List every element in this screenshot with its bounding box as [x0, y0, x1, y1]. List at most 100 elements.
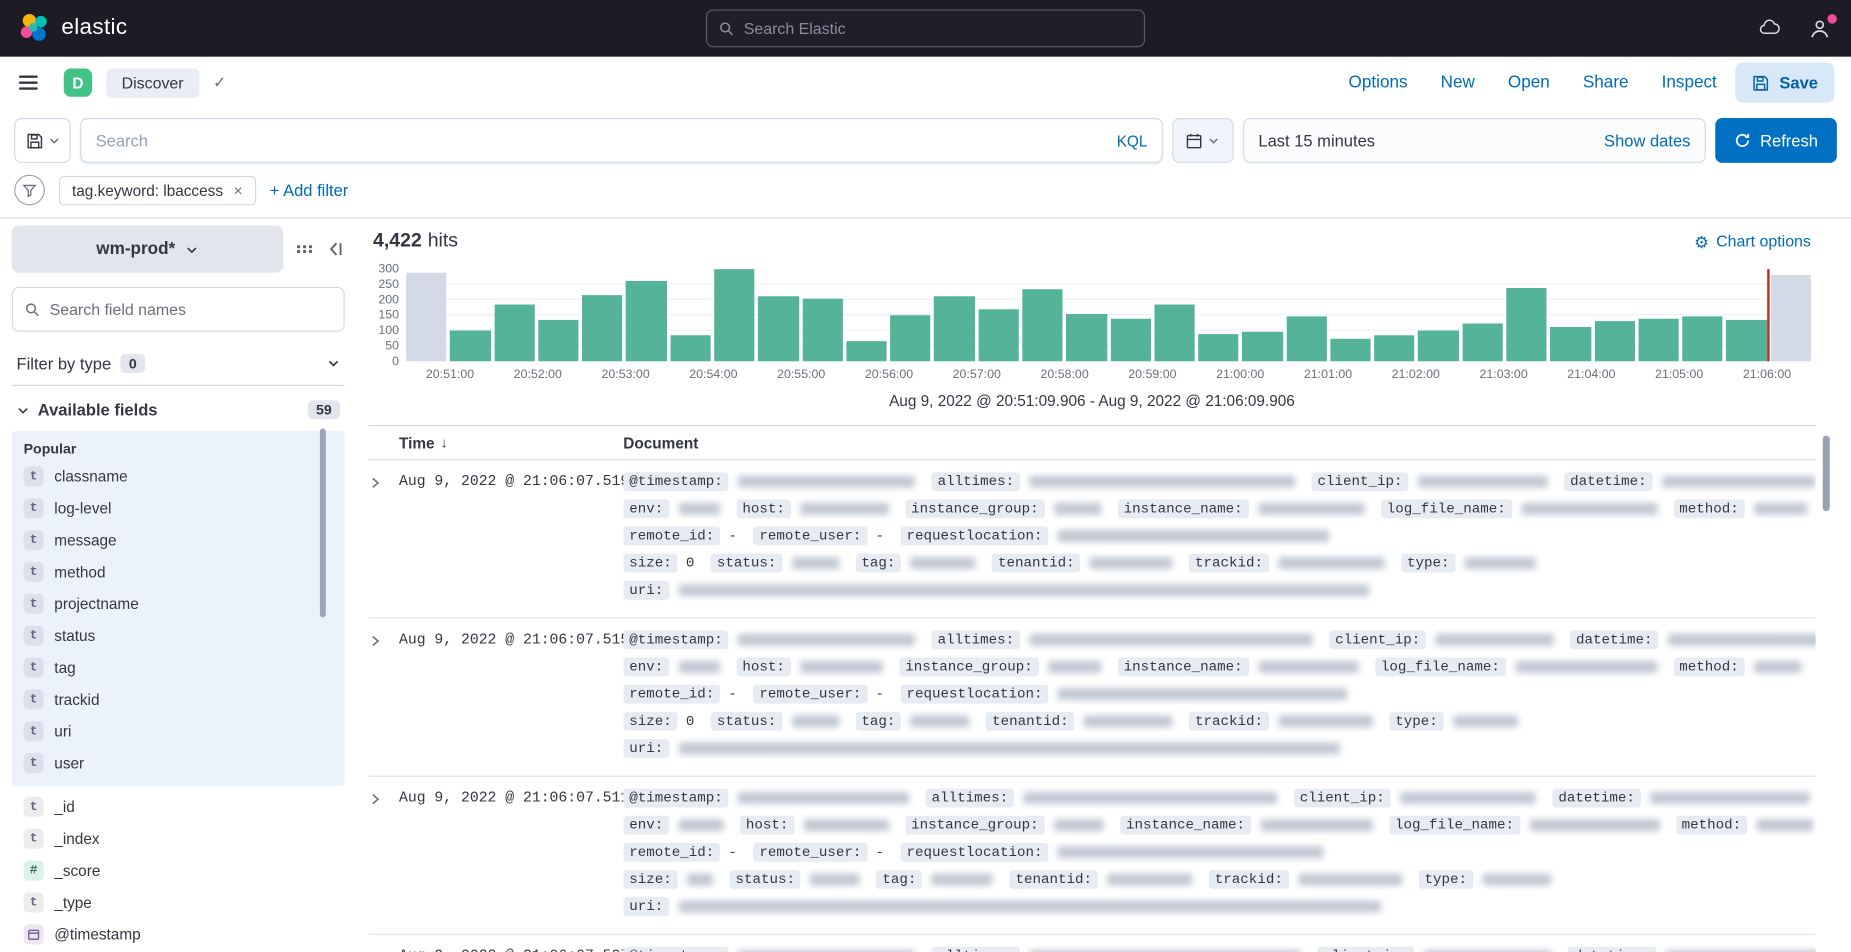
histogram-bar[interactable]	[538, 320, 578, 361]
field-name: _score	[54, 862, 100, 880]
sort-desc-icon[interactable]: ↓	[440, 434, 447, 451]
expand-row-button[interactable]	[368, 629, 399, 765]
histogram-bar[interactable]	[846, 341, 886, 361]
breadcrumb[interactable]: Discover	[106, 68, 199, 98]
filter-menu-icon[interactable]	[14, 175, 45, 206]
histogram-bar[interactable]	[626, 281, 666, 361]
field-item-_id[interactable]: t_id	[12, 791, 345, 823]
histogram-bar[interactable]	[1374, 335, 1414, 361]
brand[interactable]: elastic	[19, 13, 128, 44]
histogram-bar[interactable]	[890, 315, 930, 361]
field-item-projectname[interactable]: tprojectname	[12, 588, 345, 620]
field-search-input[interactable]	[50, 300, 332, 318]
histogram-bar[interactable]	[1022, 289, 1062, 361]
nav-action-inspect[interactable]: Inspect	[1662, 73, 1717, 92]
histogram-bar[interactable]	[1242, 332, 1282, 361]
saved-query-menu-button[interactable]	[14, 118, 71, 163]
filter-by-type[interactable]: Filter by type 0	[12, 341, 345, 386]
index-pattern-picker[interactable]: wm-prod*	[12, 225, 284, 272]
histogram-bar[interactable]	[1110, 318, 1150, 361]
field-item-status[interactable]: tstatus	[12, 620, 345, 652]
histogram-bar[interactable]	[1726, 320, 1766, 361]
expand-row-button[interactable]	[368, 787, 399, 923]
histogram-bar[interactable]	[1638, 318, 1678, 361]
add-filter-button[interactable]: + Add filter	[270, 181, 349, 200]
nav-action-share[interactable]: Share	[1583, 73, 1629, 92]
histogram-bar[interactable]	[406, 272, 446, 361]
histogram-bar[interactable]	[670, 335, 710, 361]
document-field: requestlocation:	[901, 685, 1347, 704]
time-range-value[interactable]: Last 15 minutes	[1258, 131, 1375, 150]
menu-icon[interactable]	[17, 71, 41, 95]
histogram-bar[interactable]	[1330, 338, 1370, 361]
histogram-bar[interactable]	[450, 331, 490, 362]
field-item-trackid[interactable]: ttrackid	[12, 684, 345, 716]
nav-action-open[interactable]: Open	[1508, 73, 1550, 92]
field-settings-icon[interactable]	[295, 240, 314, 259]
histogram-bar[interactable]	[582, 295, 622, 361]
expand-row-button[interactable]	[368, 471, 399, 607]
redacted-value	[679, 661, 720, 673]
histogram-bar[interactable]	[1418, 331, 1458, 362]
histogram-bar[interactable]	[934, 297, 974, 361]
field-item-_type[interactable]: t_type	[12, 887, 345, 919]
histogram-bar[interactable]	[1506, 288, 1546, 362]
time-range-picker[interactable]: Last 15 minutes Show dates	[1243, 118, 1706, 163]
histogram-bar[interactable]	[758, 297, 798, 361]
field-item-uri[interactable]: turi	[12, 715, 345, 747]
histogram-bar[interactable]	[978, 309, 1018, 361]
histogram-bars[interactable]	[406, 269, 1811, 361]
save-button[interactable]: Save	[1736, 63, 1835, 103]
histogram-bar[interactable]	[1550, 327, 1590, 361]
filter-pill[interactable]: tag.keyword: lbaccess ×	[59, 175, 256, 205]
histogram-bar[interactable]	[802, 298, 842, 361]
histogram-bar[interactable]	[1682, 317, 1722, 361]
kql-button[interactable]: KQL	[1107, 132, 1147, 150]
field-item-_score[interactable]: #_score	[12, 855, 345, 887]
expand-row-button[interactable]	[368, 946, 399, 952]
scrollbar-thumb[interactable]	[320, 429, 326, 618]
field-item-user[interactable]: tuser	[12, 747, 345, 779]
histogram-bar[interactable]	[1198, 334, 1238, 362]
query-input-box[interactable]: KQL	[80, 118, 1162, 163]
collapse-sidebar-icon[interactable]	[326, 240, 345, 259]
field-item-classname[interactable]: tclassname	[12, 460, 345, 492]
field-search-box[interactable]	[12, 287, 345, 332]
scrollbar-thumb[interactable]	[1823, 436, 1830, 512]
text-type-icon: t	[24, 466, 44, 486]
refresh-button[interactable]: Refresh	[1715, 118, 1837, 163]
field-name-badge: trackid:	[1209, 870, 1289, 889]
field-item-@timestamp[interactable]: @timestamp	[12, 918, 345, 950]
histogram-bar[interactable]	[1462, 323, 1502, 361]
query-input[interactable]	[96, 131, 1108, 150]
datepicker-button[interactable]	[1172, 118, 1233, 163]
user-avatar[interactable]	[1807, 16, 1832, 41]
histogram-bar[interactable]	[1286, 317, 1326, 361]
document-field: uri:	[623, 739, 1339, 758]
field-item-log-level[interactable]: tlog-level	[12, 492, 345, 524]
histogram-bar[interactable]	[1594, 321, 1634, 361]
cloud-icon[interactable]	[1758, 17, 1782, 41]
global-search-input[interactable]	[744, 19, 1132, 37]
chart-options-button[interactable]: ⚙ Chart options	[1694, 233, 1811, 251]
time-column-header[interactable]: Time	[399, 434, 435, 452]
document-field: env:	[623, 816, 723, 835]
field-item-_index[interactable]: t_index	[12, 823, 345, 855]
discover-app-icon[interactable]: D	[64, 68, 92, 96]
field-item-tag[interactable]: ttag	[12, 652, 345, 684]
close-icon[interactable]: ×	[234, 181, 243, 199]
available-fields-header[interactable]: Available fields 59	[12, 386, 345, 428]
histogram-bar[interactable]	[714, 269, 754, 361]
field-item-message[interactable]: tmessage	[12, 524, 345, 556]
field-item-method[interactable]: tmethod	[12, 556, 345, 588]
nav-action-new[interactable]: New	[1441, 73, 1475, 92]
nav-action-options[interactable]: Options	[1349, 73, 1408, 92]
histogram-bar[interactable]	[1066, 314, 1106, 362]
histogram-bar[interactable]	[1154, 304, 1194, 361]
histogram-bar[interactable]	[1770, 275, 1810, 361]
elastic-logo-icon[interactable]	[19, 13, 50, 44]
show-dates-button[interactable]: Show dates	[1604, 131, 1690, 150]
histogram-bar[interactable]	[494, 304, 534, 361]
check-icon[interactable]: ✓	[213, 73, 226, 92]
global-search[interactable]	[706, 9, 1145, 47]
